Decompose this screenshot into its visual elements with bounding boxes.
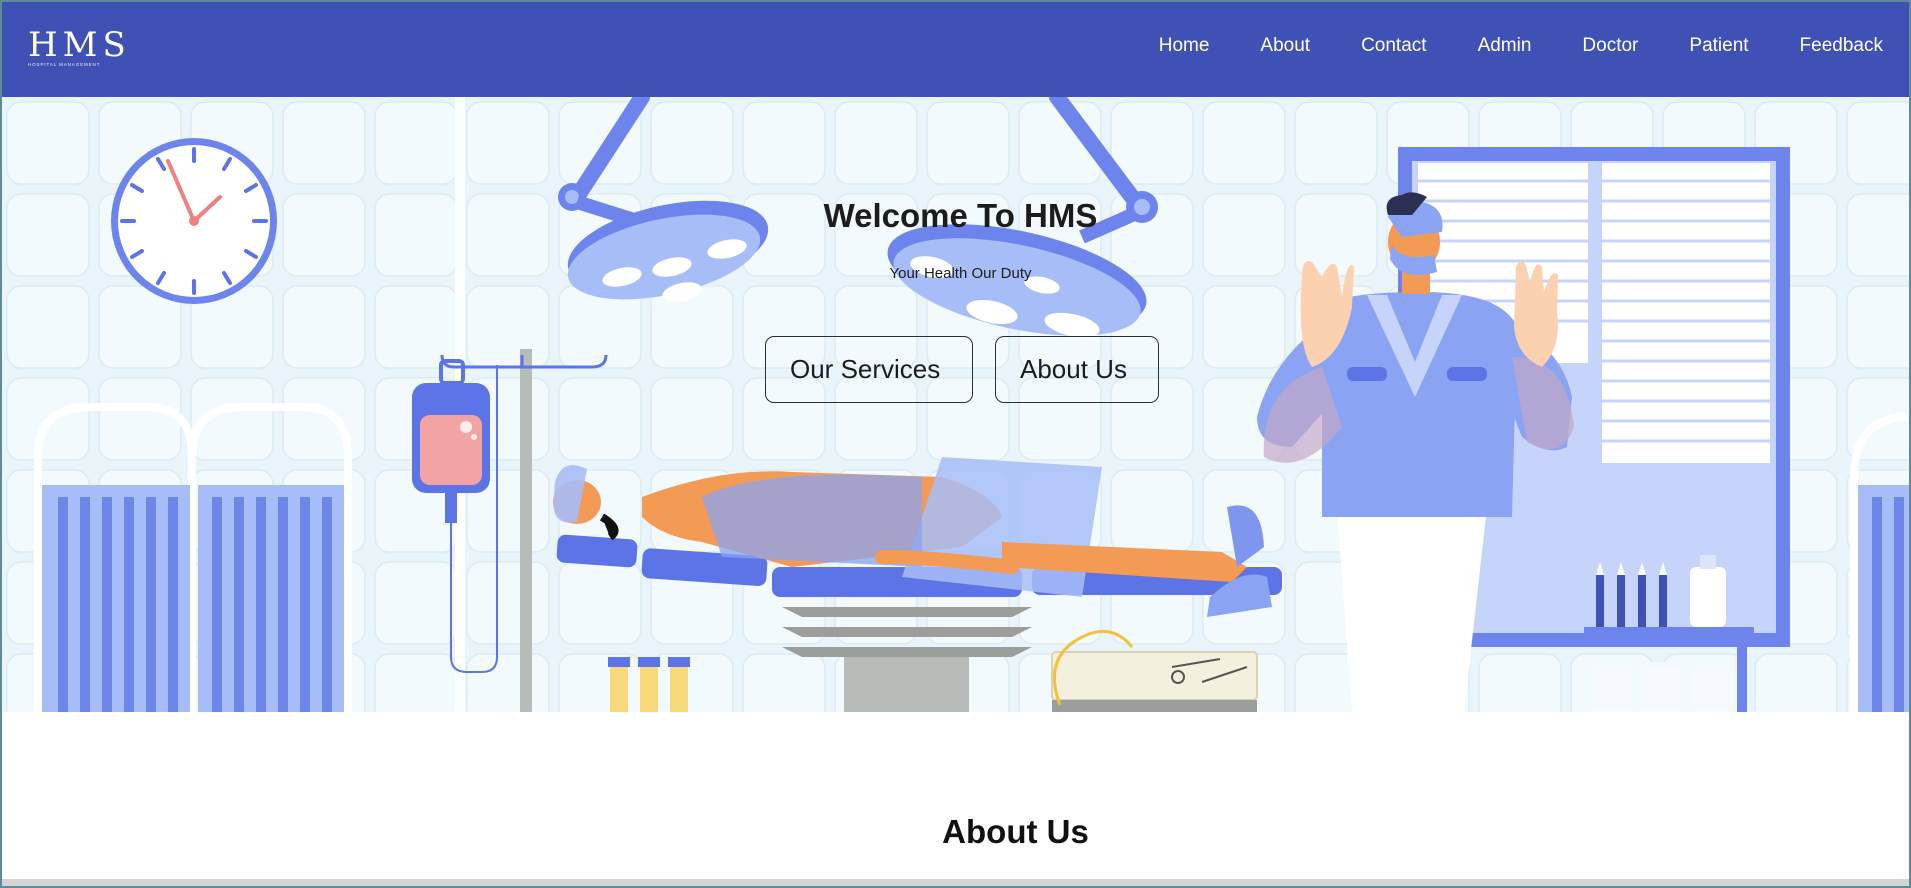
bottom-divider [2, 879, 1909, 886]
nav-link-admin[interactable]: Admin [1478, 35, 1532, 57]
nav-link-patient[interactable]: Patient [1689, 35, 1748, 57]
logo-text: HMS [28, 25, 131, 65]
hero-section: Welcome To HMS Your Health Our Duty Our … [2, 97, 1909, 712]
logo-subtext: HOSPITAL MANAGEMENT [28, 62, 101, 67]
hero-buttons: Our Services About Us [765, 336, 1159, 403]
nav-link-home[interactable]: Home [1159, 35, 1210, 57]
about-us-button[interactable]: About Us [995, 336, 1159, 403]
hero-subtitle: Your Health Our Duty [889, 265, 1032, 282]
our-services-button[interactable]: Our Services [765, 336, 973, 403]
about-heading: About Us [942, 813, 1089, 850]
test-tubes [608, 657, 690, 712]
hero-illustration [2, 97, 1909, 712]
nav-link-about[interactable]: About [1260, 35, 1310, 57]
nav-link-contact[interactable]: Contact [1361, 35, 1426, 57]
page-frame: HMS HOSPITAL MANAGEMENT Home About Conta… [0, 0, 1911, 888]
nav-link-feedback[interactable]: Feedback [1800, 35, 1883, 57]
navbar: HMS HOSPITAL MANAGEMENT Home About Conta… [2, 2, 1909, 97]
nav-link-doctor[interactable]: Doctor [1582, 35, 1638, 57]
hospital-logo-icon[interactable]: HMS HOSPITAL MANAGEMENT [28, 28, 148, 68]
hero-title: Welcome To HMS [823, 197, 1098, 234]
nav-menu: Home About Contact Admin Doctor Patient … [1159, 2, 1883, 90]
